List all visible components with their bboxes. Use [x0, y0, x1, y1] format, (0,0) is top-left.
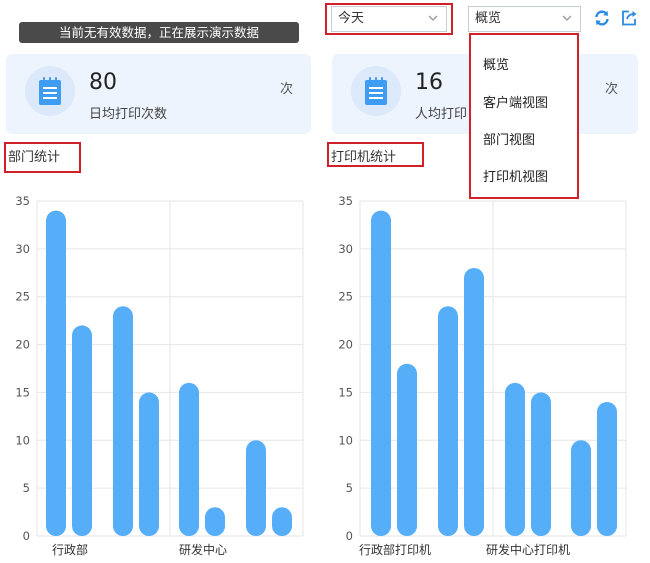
- y-tick-label: 15: [338, 385, 353, 399]
- card-unit: 次: [280, 82, 294, 97]
- card-label: 人均打印: [415, 107, 468, 122]
- x-tick-label: 行政部打印机: [359, 542, 431, 557]
- bar: [505, 382, 525, 536]
- refresh-icon[interactable]: [593, 9, 611, 27]
- notepad-icon: [351, 66, 401, 116]
- daily-print-count-card: 80 日均打印次数 次: [6, 54, 311, 134]
- y-tick-label: 10: [15, 433, 30, 447]
- department-chart-svg: 0 5 10 15 20 25 30 35 行政部 研发中心: [15, 194, 304, 557]
- chevron-down-icon: [560, 11, 574, 25]
- bar: [397, 363, 417, 536]
- y-tick-label: 15: [15, 385, 30, 399]
- bar: [531, 392, 551, 536]
- bar: [72, 325, 92, 536]
- view-select[interactable]: 概览: [468, 6, 581, 32]
- y-tick-label: 25: [338, 290, 353, 304]
- y-tick-label: 20: [338, 338, 353, 352]
- bar: [371, 210, 391, 537]
- x-tick-label: 行政部: [52, 542, 88, 557]
- view-option-printer[interactable]: 打印机视图: [483, 166, 548, 185]
- y-tick-label: 30: [338, 242, 353, 256]
- y-tick-label: 10: [338, 433, 353, 447]
- x-tick-label: 研发中心打印机: [486, 542, 570, 557]
- export-icon[interactable]: [620, 9, 638, 27]
- printer-bar-chart: 0 5 10 15 20 25 30 35 行政部打印机 研发中心打印机: [323, 190, 643, 563]
- view-select-value: 概览: [475, 11, 502, 26]
- view-option-client[interactable]: 客户端视图: [483, 92, 548, 111]
- y-tick-label: 5: [346, 481, 353, 495]
- y-tick-label: 5: [23, 481, 30, 495]
- card-value: 16: [415, 70, 443, 95]
- y-tick-label: 25: [15, 290, 30, 304]
- bar: [46, 210, 66, 537]
- card-value: 80: [89, 70, 117, 95]
- bar: [139, 392, 159, 536]
- bar: [179, 382, 199, 536]
- y-tick-label: 35: [338, 194, 353, 208]
- card-unit: 次: [605, 82, 619, 97]
- period-select-highlight: [325, 3, 453, 35]
- bar: [438, 306, 458, 536]
- x-tick-label: 研发中心: [179, 542, 227, 557]
- y-tick-label: 0: [346, 529, 353, 543]
- department-bar-chart: 0 5 10 15 20 25 30 35 行政部 研发中心: [0, 190, 320, 563]
- y-tick-label: 20: [15, 338, 30, 352]
- demo-data-banner: 当前无有效数据，正在展示演示数据: [19, 22, 299, 43]
- card-label: 日均打印次数: [89, 107, 168, 122]
- bar: [464, 268, 484, 536]
- printer-chart-svg: 0 5 10 15 20 25 30 35 行政部打印机 研发中心打印机: [338, 194, 627, 557]
- view-select-menu: 概览 客户端视图 部门视图 打印机视图: [469, 33, 579, 199]
- notepad-icon: [25, 66, 75, 116]
- bar: [246, 440, 266, 536]
- bar: [205, 507, 225, 536]
- view-option-department[interactable]: 部门视图: [483, 129, 535, 148]
- bar: [571, 440, 591, 536]
- department-title-highlight: [4, 142, 81, 173]
- printer-title-highlight: [327, 142, 424, 167]
- dashboard: 当前无有效数据，正在展示演示数据 今天 概览 80 日均打印次数 次 16 人均…: [0, 0, 650, 563]
- bar: [597, 402, 617, 536]
- view-option-overview[interactable]: 概览: [483, 54, 509, 73]
- y-tick-label: 0: [23, 529, 30, 543]
- bar: [272, 507, 292, 536]
- y-tick-label: 30: [15, 242, 30, 256]
- y-tick-label: 35: [15, 194, 30, 208]
- bar: [113, 306, 133, 536]
